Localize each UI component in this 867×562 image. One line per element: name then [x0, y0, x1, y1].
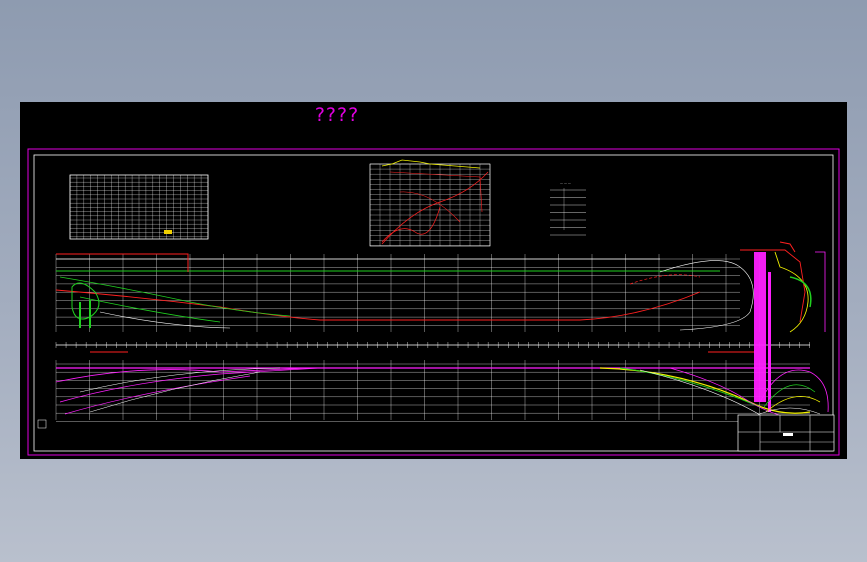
svg-text:— — —: — — — — [560, 181, 571, 185]
profile-view-icon — [55, 241, 826, 333]
hydrostatic-curves-icon — [369, 159, 491, 247]
principal-particulars-icon: — — — — [550, 181, 586, 236]
half-breadth-view-icon — [55, 360, 821, 423]
station-scale — [55, 342, 810, 353]
drawing-sheet: — — — ???? — [20, 102, 847, 459]
drawing-title: ???? — [314, 104, 360, 126]
body-plan-icon — [754, 252, 829, 415]
offsets-table-icon — [69, 174, 209, 240]
title-block-icon — [37, 414, 835, 452]
lines-plan-drawing: — — — — [27, 148, 840, 456]
cad-viewport[interactable]: — — — ???? — [0, 0, 867, 562]
